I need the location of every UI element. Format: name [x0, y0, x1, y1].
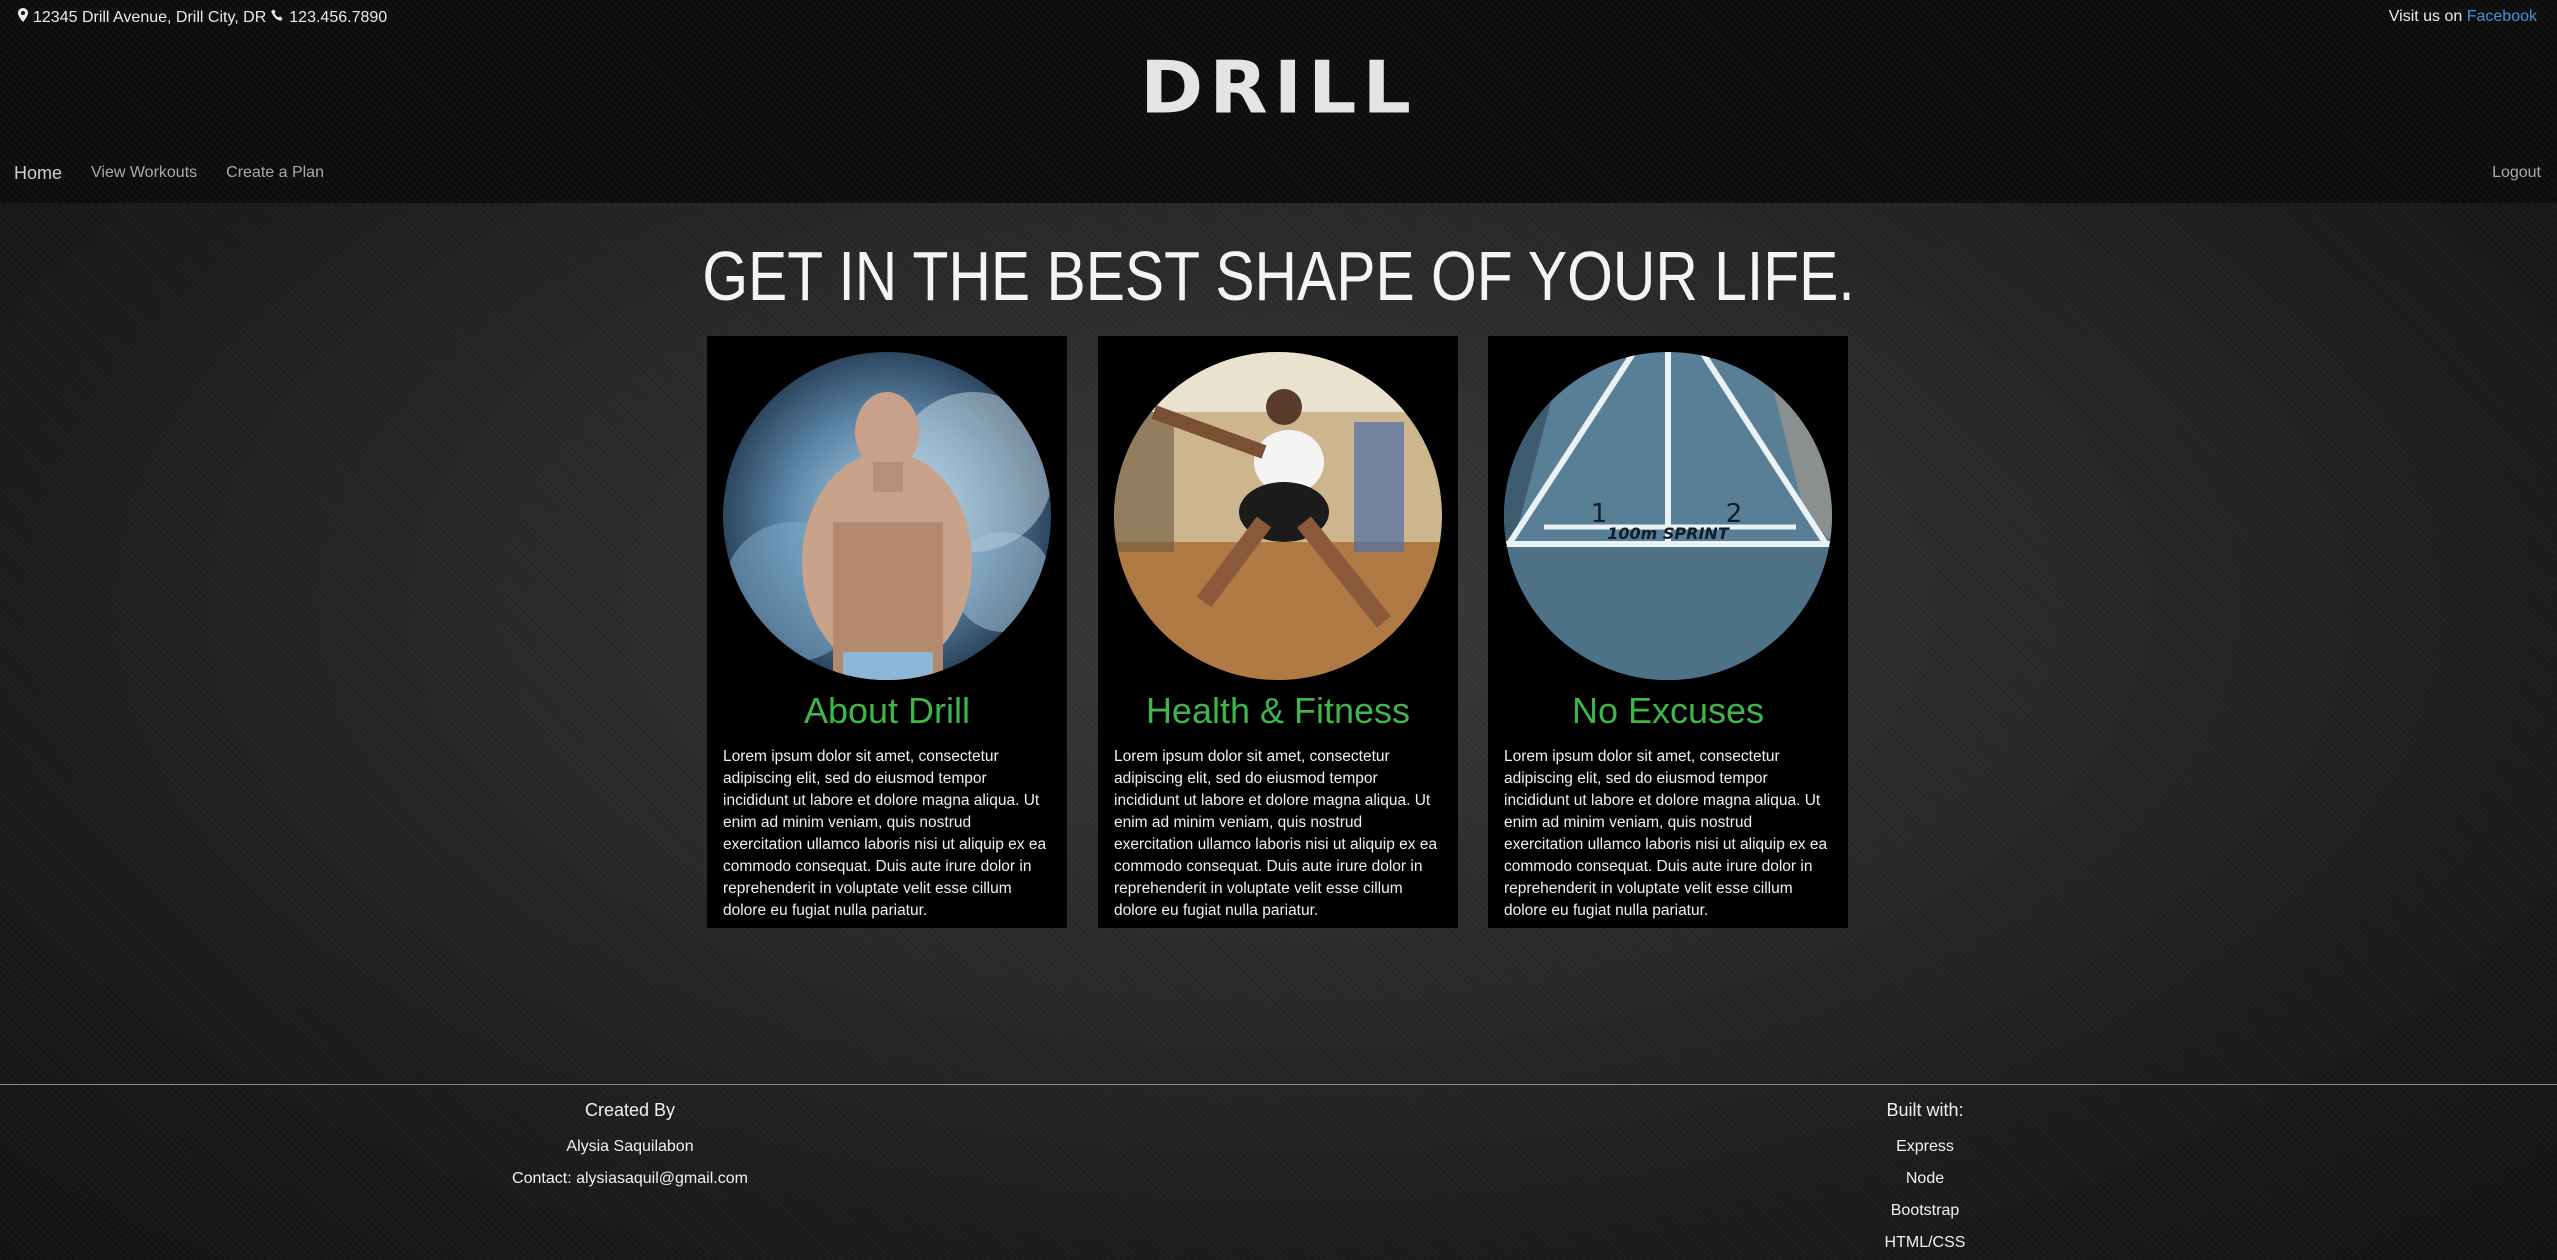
card-about-drill: About Drill Lorem ipsum dolor sit amet, …: [707, 336, 1067, 928]
card-no-excuses: 1 2 100m SPRINT No Excuses Lorem ipsum d…: [1488, 336, 1848, 928]
visit-prefix: Visit us on: [2388, 8, 2463, 25]
footer-divider: [0, 1084, 2557, 1085]
card-title: No Excuses: [1571, 690, 1765, 731]
created-by-label: Created By: [584, 1100, 676, 1120]
top-header: 12345 Drill Avenue, Drill City, DR 123.4…: [0, 0, 2557, 203]
map-marker-icon: [18, 8, 28, 27]
nav-item-create-a-plan[interactable]: Create a Plan: [226, 164, 324, 184]
nav-item-view-workouts[interactable]: View Workouts: [91, 164, 197, 184]
phone-icon: [271, 9, 284, 27]
main-nav: Home View Workouts Create a Plan: [14, 163, 324, 184]
athlete-photo: [723, 352, 1051, 680]
facebook-link[interactable]: Facebook: [2467, 8, 2537, 25]
dancer-photo: [1114, 352, 1442, 680]
card-title: Health & Fitness: [1145, 690, 1411, 731]
track-label: 100m SPRINT: [1607, 524, 1730, 543]
tech-item: Bootstrap: [1890, 1202, 1960, 1219]
sprint-track-photo: 1 2 100m SPRINT: [1504, 352, 1832, 680]
author-name: Alysia Saquilabon: [566, 1138, 694, 1155]
tech-item: Express: [1896, 1138, 1954, 1155]
site-logo[interactable]: DRILL: [0, 51, 2557, 124]
tech-item: Node: [1905, 1170, 1945, 1187]
built-with-label: Built with:: [1886, 1100, 1964, 1120]
contact-line: 12345 Drill Avenue, Drill City, DR 123.4…: [18, 8, 387, 27]
card-text: Lorem ipsum dolor sit amet, consectetur …: [723, 748, 1047, 919]
facebook-line: Visit us on Facebook: [2389, 8, 2537, 26]
phone-text: 123.456.7890: [289, 8, 388, 26]
hero-title: GET IN THE BEST SHAPE OF YOUR LIFE.: [702, 237, 1855, 315]
footer-credits: Created By Alysia Saquilabon Contact: al…: [505, 1100, 755, 1195]
lane-number: 1: [1591, 499, 1608, 529]
tech-item: HTML/CSS: [1884, 1234, 1966, 1251]
contact-email: Contact: alysiasaquil@gmail.com: [512, 1170, 748, 1187]
address-text: 12345 Drill Avenue, Drill City, DR: [33, 8, 267, 26]
card-text: Lorem ipsum dolor sit amet, consectetur …: [1114, 748, 1438, 919]
card-health-fitness: Health & Fitness Lorem ipsum dolor sit a…: [1098, 336, 1458, 928]
nav-item-home[interactable]: Home: [14, 163, 62, 184]
card-text: Lorem ipsum dolor sit amet, consectetur …: [1504, 748, 1828, 919]
footer-built-with: Built with: Express Node Bootstrap HTML/…: [1800, 1100, 2050, 1259]
logout-link[interactable]: Logout: [2492, 164, 2541, 182]
card-title: About Drill: [803, 690, 971, 731]
